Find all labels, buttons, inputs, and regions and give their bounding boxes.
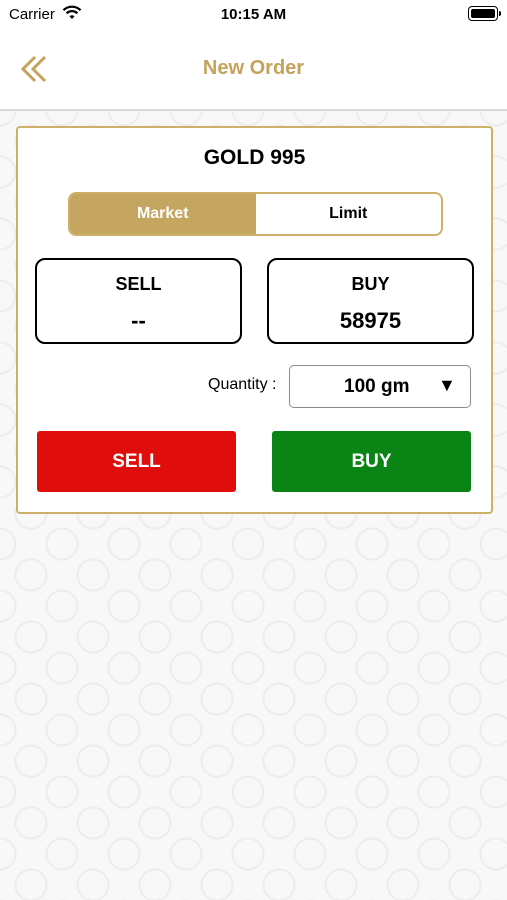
sell-price-label: SELL: [115, 274, 162, 294]
sell-price-value: --: [131, 308, 146, 333]
product-title: GOLD 995: [203, 146, 306, 169]
quantity-value: 100 gm: [344, 376, 410, 397]
buy-button[interactable]: BUY: [272, 431, 471, 492]
clock: 10:15 AM: [220, 6, 287, 23]
navigation-bar: New Order: [0, 30, 507, 111]
quantity-dropdown[interactable]: 100 gm ▼: [289, 365, 471, 408]
quantity-label: Quantity :: [208, 376, 277, 393]
tab-market[interactable]: Market: [70, 194, 256, 234]
sell-button[interactable]: SELL: [37, 431, 236, 492]
buy-price-box: BUY 58975: [267, 258, 474, 344]
status-bar: Carrier 10:15 AM: [0, 0, 507, 30]
buy-price-label: BUY: [351, 274, 390, 294]
tab-limit[interactable]: Limit: [256, 194, 442, 234]
battery-icon: [468, 6, 501, 21]
dropdown-arrow-icon: ▼: [438, 375, 456, 395]
buy-price-value: 58975: [339, 308, 402, 333]
page-title: New Order: [202, 57, 305, 79]
order-card: GOLD 995 Market Limit SELL -- BUY 58975 …: [16, 126, 493, 514]
sell-price-box: SELL --: [35, 258, 242, 344]
order-type-segment: Market Limit: [68, 192, 443, 236]
